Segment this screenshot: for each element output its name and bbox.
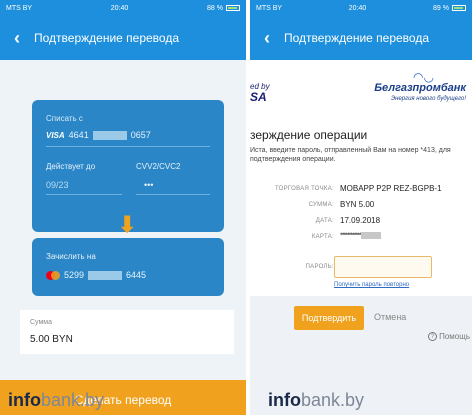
destination-card-number-end: 6445 [126, 270, 147, 280]
carrier-label: MTS BY [6, 4, 33, 12]
cancel-link[interactable]: Отмена [374, 312, 406, 322]
battery-label: 89 % [433, 4, 449, 12]
page-title: Подтверждение перевода [34, 31, 180, 45]
date-label: ДАТА: [315, 218, 334, 224]
question-icon: ? [428, 332, 438, 341]
masked-digits [360, 232, 381, 239]
amount-label: СУММА: [308, 202, 334, 208]
mastercard-logo-icon [46, 270, 60, 280]
watermark-bold: info [8, 390, 41, 410]
battery-label: 88 % [207, 4, 223, 12]
password-label: ПАРОЛЬ: [305, 264, 334, 270]
back-button[interactable]: ‹ [250, 28, 284, 49]
confirmation-description: Иста, введите пароль, отправленный Вам н… [250, 147, 451, 163]
sum-value: 5.00 BYN [30, 334, 73, 345]
source-card-number-end: 0657 [130, 130, 151, 140]
source-card-number: VISA 4641 0657 [46, 130, 151, 140]
merchant-label: ТОРГОВАЯ ТОЧКА: [274, 186, 334, 192]
screenshot-stage: MTS BY 20:40 88 % ‹ Подтверждение перево… [0, 0, 472, 415]
card-label: КАРТА: [311, 234, 334, 240]
destination-card-number: 5299 6445 [46, 270, 146, 280]
valid-thru-label: Действует до [46, 162, 96, 171]
watermark-right: infobank.by [268, 390, 364, 411]
3ds-verification-page: ed by SA ◠◡ Белгазпромбанк Энергия новог… [250, 60, 472, 415]
amount-value: BYN 5.00 [340, 200, 375, 209]
battery-icon [452, 4, 466, 11]
bank-tagline: Энергия нового будущего! [390, 96, 466, 102]
divider [46, 146, 210, 147]
help-link[interactable]: ? Помощь [428, 332, 470, 341]
battery-indicator: 89 % [433, 5, 466, 12]
right-phone-screen: MTS BY 20:40 89 % ‹ Подтверждение перево… [250, 0, 472, 415]
right-nav-bar: ‹ Подтверждение перевода [250, 16, 472, 60]
password-input[interactable] [334, 256, 432, 278]
left-status-bar: MTS BY 20:40 88 % [0, 0, 246, 16]
left-header: MTS BY 20:40 88 % ‹ Подтверждение перево… [0, 0, 246, 60]
cvv-input[interactable]: ••• [144, 180, 153, 190]
watermark-light: bank.by [301, 390, 365, 410]
battery-indicator: 88 % [207, 5, 240, 12]
divider [136, 194, 210, 195]
card-value: ************ [340, 232, 381, 239]
left-phone-screen: MTS BY 20:40 88 % ‹ Подтверждение перево… [0, 0, 246, 415]
arrow-down-icon: ⬇ [118, 212, 137, 237]
confirmation-heading: зерждение операции [250, 128, 368, 142]
help-label: Помощь [439, 332, 470, 341]
battery-icon [226, 4, 240, 11]
time-label: 20:40 [110, 4, 129, 12]
destination-card-label: Зачислить на [46, 252, 96, 261]
confirm-button[interactable]: Подтвердить [294, 306, 364, 330]
vbv-line2: SA [250, 90, 267, 104]
merchant-value: MOBAPP P2P REZ-BGPB-1 [340, 184, 442, 193]
source-card-number-start: 4641 [68, 130, 89, 140]
valid-thru-input[interactable]: 09/23 [46, 180, 69, 190]
left-nav-bar: ‹ Подтверждение перевода [0, 16, 246, 60]
card-mask: ************ [340, 232, 362, 240]
source-card-label: Списать с [46, 114, 83, 123]
sum-label: Сумма [30, 319, 52, 326]
right-status-bar: MTS BY 20:40 89 % [250, 0, 472, 16]
masked-digits [92, 130, 127, 140]
masked-digits [88, 270, 123, 280]
visa-logo-icon: VISA [46, 130, 65, 140]
sum-field[interactable]: Сумма 5.00 BYN [20, 310, 234, 354]
resend-password-link[interactable]: Получить пароль повторно [334, 282, 409, 288]
date-value: 17.09.2018 [340, 216, 381, 225]
watermark-bold: info [268, 390, 301, 410]
back-button[interactable]: ‹ [0, 28, 34, 49]
time-label: 20:40 [348, 4, 367, 12]
right-header: MTS BY 20:40 89 % ‹ Подтверждение перево… [250, 0, 472, 60]
watermark-left: infobank.by [8, 390, 104, 411]
destination-card-number-start: 5299 [64, 270, 85, 280]
bank-name: Белгазпромбанк [374, 82, 466, 94]
divider [46, 194, 122, 195]
page-title: Подтверждение перевода [284, 31, 430, 45]
destination-card[interactable]: Зачислить на 5299 6445 [32, 238, 224, 296]
watermark-light: bank.by [41, 390, 105, 410]
cvv-label: CVV2/CVC2 [136, 162, 181, 171]
transfer-form: Списать с VISA 4641 0657 Действует до CV… [0, 60, 246, 415]
carrier-label: MTS BY [256, 4, 283, 12]
verified-by-visa-logo: ed by SA [250, 80, 270, 103]
